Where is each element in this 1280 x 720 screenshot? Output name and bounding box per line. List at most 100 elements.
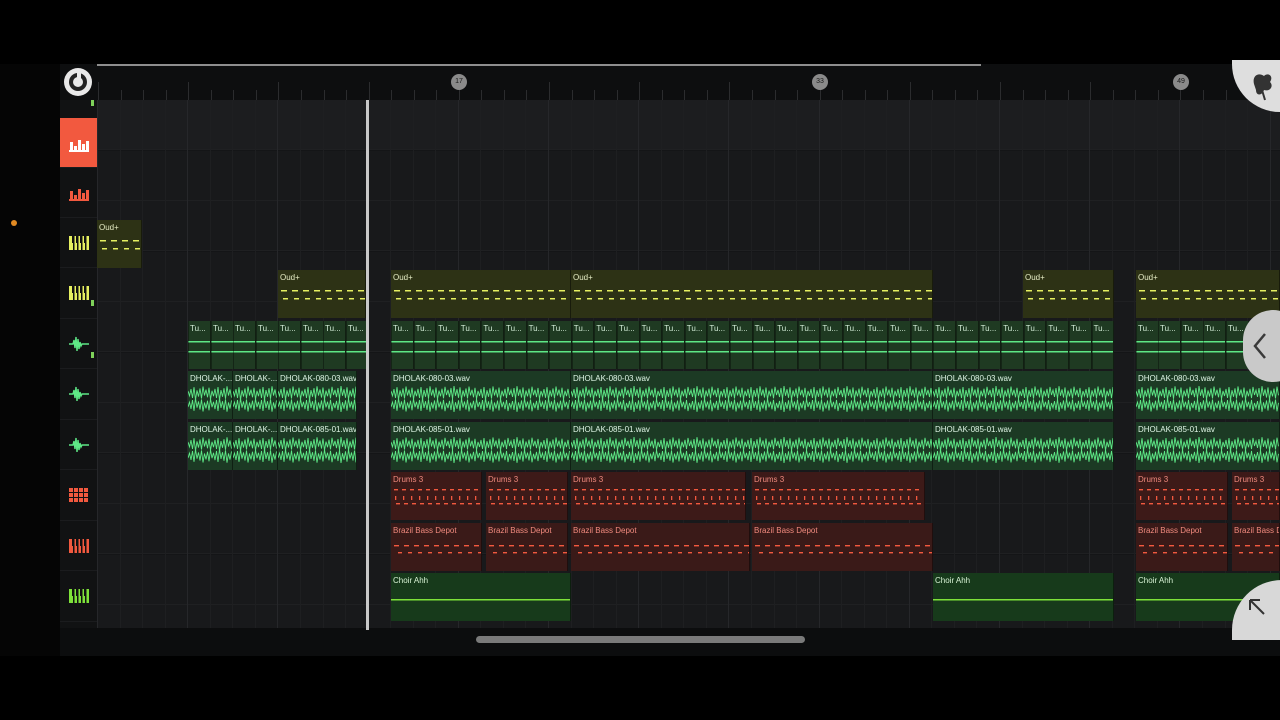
track-lane[interactable] — [97, 100, 1280, 150]
tu-clip[interactable]: Tu... — [662, 320, 685, 369]
tu-clip[interactable]: Tu... — [594, 320, 617, 369]
tu-clip[interactable]: Tu... — [775, 320, 798, 369]
dh-clip[interactable]: DHOLAK-... — [233, 421, 278, 470]
tu-clip[interactable]: Tu... — [391, 320, 414, 369]
tu-clip[interactable]: Tu... — [730, 320, 753, 369]
tu-clip[interactable]: Tu... — [707, 320, 730, 369]
dh-clip[interactable]: DHOLAK-085-01.wav — [391, 421, 571, 470]
oud-clip[interactable]: Oud+ — [571, 270, 933, 318]
oud-clip[interactable]: Oud+ — [1023, 270, 1114, 318]
tu-clip[interactable]: Tu... — [797, 320, 821, 369]
playlist-grid[interactable]: Oud+ Oud+ Oud+ Oud+ Oud+ Oud+ Tu... Tu... Tu... T… — [97, 100, 1280, 628]
collapse-panel-button[interactable] — [1243, 310, 1280, 382]
tu-clip[interactable]: Tu... — [413, 320, 437, 369]
tu-clip[interactable]: Tu... — [1046, 320, 1069, 369]
bar-marker-17[interactable]: 17 — [451, 74, 467, 90]
dh-clip[interactable]: DHOLAK-085-01.wav — [571, 421, 933, 470]
dh-clip[interactable]: DHOLAK-... — [188, 371, 233, 419]
tu-clip[interactable]: Tu... — [436, 320, 459, 369]
dh-clip[interactable]: DHOLAK-080-03.wav — [391, 371, 571, 419]
track-header-9[interactable] — [60, 521, 97, 571]
dr-clip[interactable]: Drums 3 — [1136, 472, 1228, 520]
dr-clip[interactable]: Drums 3 — [1232, 472, 1280, 520]
tu-clip[interactable]: Tu... — [978, 320, 1002, 369]
dr-clip[interactable]: Drums 3 — [486, 472, 568, 520]
tu-clip[interactable]: Tu... — [1091, 320, 1114, 369]
ch-clip[interactable]: Choir Ahh — [391, 573, 571, 621]
fl-studio-logo-button[interactable] — [1232, 60, 1280, 112]
tu-clip[interactable]: Tu... — [1203, 320, 1226, 369]
horizontal-scrollbar[interactable] — [476, 636, 805, 643]
bar-marker-49[interactable]: 49 — [1173, 74, 1189, 90]
tu-clip[interactable]: Tu... — [617, 320, 640, 369]
oud-clip[interactable]: Oud+ — [278, 270, 366, 318]
track-header-5[interactable] — [60, 319, 97, 369]
tu-clip[interactable]: Tu... — [188, 320, 211, 369]
tu-clip[interactable]: Tu... — [1069, 320, 1092, 369]
bs-clip[interactable]: Brazil Bass Depot — [1232, 522, 1280, 571]
tu-clip[interactable]: Tu... — [820, 320, 843, 369]
track-header-4[interactable] — [60, 269, 97, 319]
dh-clip[interactable]: DHOLAK-085-01.wav — [278, 421, 357, 470]
dr-clip[interactable]: Drums 3 — [571, 472, 746, 520]
oud-clip[interactable]: Oud+ — [97, 219, 142, 268]
clip-label: Oud+ — [99, 222, 119, 232]
track-header-6[interactable] — [60, 370, 97, 420]
fullscreen-toggle-button[interactable] — [1232, 580, 1280, 640]
tu-clip[interactable]: Tu... — [1181, 320, 1204, 369]
track-header-3[interactable] — [60, 218, 97, 268]
tu-clip[interactable]: Tu... — [458, 320, 482, 369]
tu-clip[interactable]: Tu... — [910, 320, 934, 369]
tu-clip[interactable]: Tu... — [1023, 320, 1047, 369]
tu-clip[interactable]: Tu... — [571, 320, 595, 369]
dh-clip[interactable]: DHOLAK-080-03.wav — [571, 371, 933, 419]
tu-clip[interactable]: Tu... — [233, 320, 256, 369]
tu-clip[interactable]: Tu... — [481, 320, 504, 369]
ch-clip[interactable]: Choir Ahh — [933, 573, 1114, 621]
tu-clip[interactable]: Tu... — [933, 320, 956, 369]
dh-clip[interactable]: DHOLAK-... — [188, 421, 233, 470]
dh-clip[interactable]: DHOLAK-... — [233, 371, 278, 419]
bar-marker-33[interactable]: 33 — [812, 74, 828, 90]
track-header-7[interactable] — [60, 420, 97, 470]
bs-clip[interactable]: Brazil Bass Depot — [752, 522, 933, 571]
tu-clip[interactable]: Tu... — [1136, 320, 1159, 369]
timeline-ruler[interactable] — [60, 64, 1280, 101]
bs-clip[interactable]: Brazil Bass Depot — [391, 522, 482, 571]
tu-clip[interactable]: Tu... — [956, 320, 979, 369]
bs-clip[interactable]: Brazil Bass Depot — [1136, 522, 1228, 571]
track-lane[interactable] — [97, 150, 1280, 201]
tu-clip[interactable]: Tu... — [526, 320, 550, 369]
dh-clip[interactable]: DHOLAK-080-03.wav — [278, 371, 357, 419]
tu-clip[interactable]: Tu... — [323, 320, 346, 369]
tu-clip[interactable]: Tu... — [684, 320, 708, 369]
tu-clip[interactable]: Tu... — [865, 320, 889, 369]
bs-clip[interactable]: Brazil Bass Depot — [571, 522, 750, 571]
oud-clip[interactable]: Oud+ — [391, 270, 571, 318]
tu-clip[interactable]: Tu... — [256, 320, 279, 369]
tu-clip[interactable]: Tu... — [211, 320, 234, 369]
tu-clip[interactable]: Tu... — [888, 320, 911, 369]
track-lane[interactable] — [97, 201, 1280, 251]
bs-clip[interactable]: Brazil Bass Depot — [486, 522, 568, 571]
dh-clip[interactable]: DHOLAK-085-01.wav — [1136, 421, 1280, 470]
track-header-8[interactable] — [60, 471, 97, 521]
playhead[interactable] — [366, 100, 369, 630]
dh-clip[interactable]: DHOLAK-080-03.wav — [933, 371, 1114, 419]
track-header-10[interactable] — [60, 572, 97, 622]
tu-clip[interactable]: Tu... — [843, 320, 866, 369]
tu-clip[interactable]: Tu... — [752, 320, 776, 369]
tu-clip[interactable]: Tu... — [301, 320, 324, 369]
dr-clip[interactable]: Drums 3 — [391, 472, 482, 520]
tu-clip[interactable]: Tu... — [1001, 320, 1024, 369]
tu-clip[interactable]: Tu... — [278, 320, 301, 369]
magnet-snap-button[interactable] — [64, 68, 92, 96]
dr-clip[interactable]: Drums 3 — [752, 472, 925, 520]
tu-clip[interactable]: Tu... — [549, 320, 572, 369]
dh-clip[interactable]: DHOLAK-085-01.wav — [933, 421, 1114, 470]
tu-clip[interactable]: Tu... — [1158, 320, 1181, 369]
track-header-2[interactable] — [60, 168, 97, 218]
tu-clip[interactable]: Tu... — [639, 320, 663, 369]
track-header-1[interactable] — [60, 118, 97, 168]
tu-clip[interactable]: Tu... — [504, 320, 527, 369]
